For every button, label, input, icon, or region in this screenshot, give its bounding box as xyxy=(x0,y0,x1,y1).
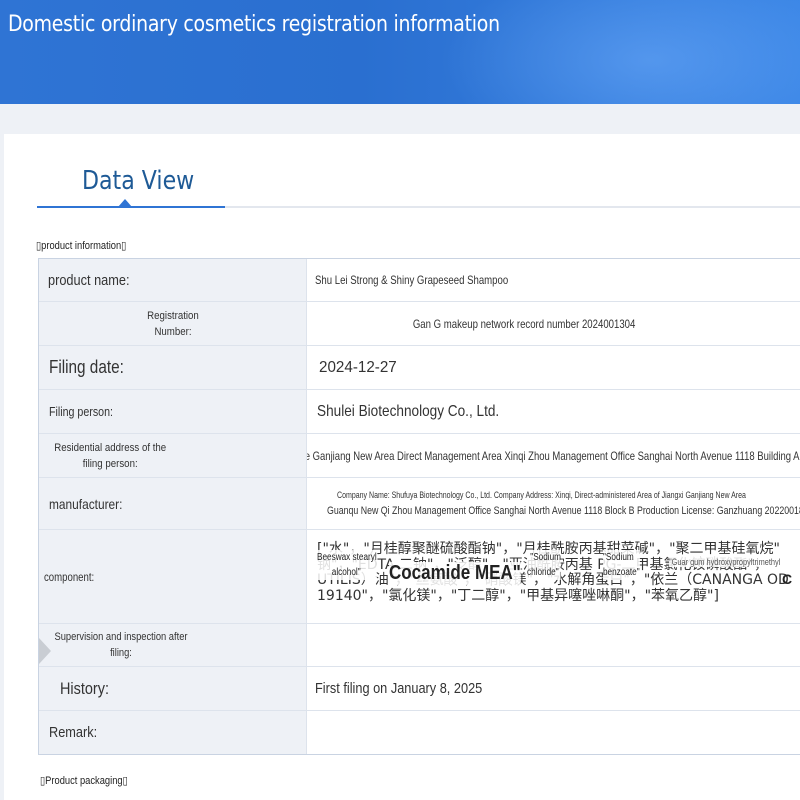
overlay-sodium-chloride-line2: chloride" xyxy=(527,567,559,578)
label-cell: History: xyxy=(39,667,307,710)
registration-number-label-line1: Registration xyxy=(146,309,199,322)
product-info-table: product name: Shu Lei Strong & Shiny Gra… xyxy=(38,258,800,755)
row-remark: Remark: xyxy=(39,711,800,754)
row-history: History: First filing on January 8, 2025 xyxy=(39,667,800,711)
manufacturer-value-line2: Guanqu New Qi Zhou Management Office San… xyxy=(327,504,800,517)
value-cell: 2024-12-27 xyxy=(307,346,800,389)
section-title-product-information: ▯product information▯ xyxy=(36,240,127,252)
overlay-beeswax: Beeswax stearyl alcohol" xyxy=(317,550,377,580)
overlay-sodium-chloride: "Sodium chloride" xyxy=(527,550,562,580)
registration-number-value: Gan G makeup network record number 20240… xyxy=(412,316,636,331)
residential-address-label-line1: Residential address of the xyxy=(54,441,167,454)
filing-date-value: 2024-12-27 xyxy=(319,358,397,376)
row-component: component: ["水"，"月桂醇聚醚硫酸酯钠"，"月桂酰胺丙基甜菜碱"，… xyxy=(39,530,800,624)
row-manufacturer: manufacturer: Company Name: Shufuya Biot… xyxy=(39,478,800,530)
overlay-sodium-benzoate: "Sodium benzoate" xyxy=(603,550,640,580)
label-cell: product name: xyxy=(39,259,307,301)
label-cell: component: xyxy=(39,530,307,623)
supervision-label-line2: filing: xyxy=(110,647,132,659)
overlay-sodium-benzoate-line1: "Sodium xyxy=(603,552,634,563)
overlay-c: C xyxy=(782,571,793,587)
label-cell: manufacturer: xyxy=(39,478,307,529)
product-name-value: Shu Lei Strong & Shiny Grapeseed Shampoo xyxy=(315,273,509,287)
overlay-beeswax-line1: Beeswax stearyl xyxy=(317,552,377,563)
page-title: Domestic ordinary cosmetics registration… xyxy=(8,12,500,37)
overlay-sodium-benzoate-line2: benzoate" xyxy=(603,567,640,578)
component-text-line4: 19140"，"氯化镁"，"丁二醇"，"甲基异噻唑啉酮"，"苯氧乙醇"] xyxy=(317,587,719,604)
history-label: History: xyxy=(60,678,109,698)
registration-number-label-line2: Number: xyxy=(153,325,192,338)
product-name-label: product name: xyxy=(48,271,130,289)
filing-date-label: Filing date: xyxy=(49,357,124,377)
label-cell: Remark: xyxy=(39,711,307,754)
value-cell xyxy=(307,711,800,754)
value-cell: Jiangxi Province Ganjiang New Area Direc… xyxy=(307,434,800,477)
value-cell xyxy=(307,624,800,666)
row-arrow-icon xyxy=(39,638,51,664)
overlay-guar-gum: "Guar gum hydroxypropyltrimethyl xyxy=(669,557,781,567)
history-value: First filing on January 8, 2025 xyxy=(315,680,483,697)
overlay-beeswax-line2: alcohol" xyxy=(331,567,361,578)
supervision-label: Supervision and inspection after filing: xyxy=(53,629,189,661)
row-registration-number: Registration Number: Gan G makeup networ… xyxy=(39,302,800,346)
label-cell: Residential address of the filing person… xyxy=(39,434,307,477)
filing-person-value: Shulei Biotechnology Co., Ltd. xyxy=(317,402,500,420)
remark-label: Remark: xyxy=(49,724,98,741)
row-supervision: Supervision and inspection after filing: xyxy=(39,624,800,667)
value-cell: First filing on January 8, 2025 xyxy=(307,667,800,710)
manufacturer-value-line1: Company Name: Shufuya Biotechnology Co.,… xyxy=(337,489,746,500)
registration-number-label: Registration Number: xyxy=(129,308,217,340)
label-cell: Filing date: xyxy=(39,346,307,389)
label-cell: Supervision and inspection after filing: xyxy=(39,624,307,666)
header-banner: Domestic ordinary cosmetics registration… xyxy=(0,0,800,104)
filing-person-label: Filing person: xyxy=(49,404,113,419)
value-cell: Shu Lei Strong & Shiny Grapeseed Shampoo xyxy=(307,259,800,301)
row-filing-person: Filing person: Shulei Biotechnology Co.,… xyxy=(39,390,800,434)
row-filing-date: Filing date: 2024-12-27 xyxy=(39,346,800,390)
manufacturer-label: manufacturer: xyxy=(49,495,123,512)
value-cell: Gan G makeup network record number 20240… xyxy=(307,302,800,345)
component-label: component: xyxy=(44,569,95,584)
label-cell: Registration Number: xyxy=(39,302,307,345)
residential-address-label: Residential address of the filing person… xyxy=(53,440,167,472)
supervision-label-line1: Supervision and inspection after xyxy=(54,631,188,643)
label-cell: Filing person: xyxy=(39,390,307,433)
overlay-cocamide: Cocamide MEA" xyxy=(389,562,521,585)
value-cell: Company Name: Shufuya Biotechnology Co.,… xyxy=(307,478,800,529)
component-value-cell: ["水"，"月桂醇聚醚硫酸酯钠"，"月桂酰胺丙基甜菜碱"，"聚二甲基硅氧烷" 钠… xyxy=(307,530,800,623)
tab-data-view[interactable]: Data View xyxy=(82,166,194,196)
value-cell: Shulei Biotechnology Co., Ltd. xyxy=(307,390,800,433)
overlay-sodium-chloride-line1: "Sodium xyxy=(530,552,562,563)
section-title-product-packaging: ▯Product packaging▯ xyxy=(40,775,128,787)
row-product-name: product name: Shu Lei Strong & Shiny Gra… xyxy=(39,259,800,302)
residential-address-label-line2: filing person: xyxy=(82,457,138,470)
residential-address-value: Jiangxi Province Ganjiang New Area Direc… xyxy=(307,448,800,463)
row-residential-address: Residential address of the filing person… xyxy=(39,434,800,478)
tab-active-caret xyxy=(118,199,132,207)
